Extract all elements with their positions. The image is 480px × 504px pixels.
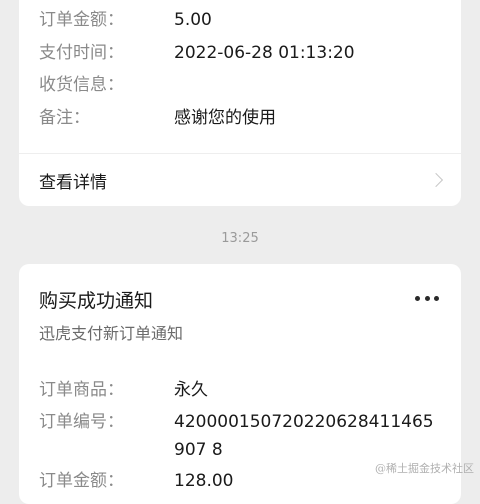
more-horizontal-icon xyxy=(424,295,430,301)
card-title: 购买成功通知 xyxy=(39,290,154,312)
more-options-button[interactable] xyxy=(415,294,439,302)
card-subtitle: 迅虎支付新订单通知 xyxy=(39,324,184,343)
watermark: @稀土掘金技术社区 xyxy=(375,462,474,475)
remark-value: 感谢您的使用 xyxy=(174,108,276,128)
more-horizontal-icon xyxy=(434,295,439,301)
order-number-value: 420000150720220628411465907 8 xyxy=(174,412,434,460)
order-amount-row: 订单金额： 5.00 xyxy=(39,7,441,33)
shipping-info-label: 收货信息： xyxy=(39,75,124,95)
pay-time-value: 2022-06-28 01:13:20 xyxy=(174,43,355,63)
order-amount-label: 订单金额： xyxy=(39,10,124,30)
remark-label: 备注： xyxy=(39,108,90,128)
order-amount-label-2: 订单金额： xyxy=(39,471,124,491)
view-details-label: 查看详情 xyxy=(39,172,107,193)
chevron-right-icon xyxy=(428,172,444,188)
order-product-row: 订单商品： 永久 xyxy=(39,377,441,403)
order-amount-value-2: 128.00 xyxy=(174,471,234,491)
order-product-label: 订单商品： xyxy=(39,380,124,400)
view-details-link[interactable]: 查看详情 xyxy=(19,154,461,206)
message-timestamp: 13:25 xyxy=(221,231,259,246)
order-product-value: 永久 xyxy=(174,380,208,400)
order-number-label: 订单编号： xyxy=(39,412,124,432)
shipping-info-row: 收货信息： xyxy=(39,72,441,98)
pay-time-label: 支付时间： xyxy=(39,43,124,63)
remark-row: 备注： 感谢您的使用 xyxy=(39,105,441,131)
order-amount-value: 5.00 xyxy=(174,10,212,30)
pay-time-row: 支付时间： 2022-06-28 01:13:20 xyxy=(39,40,441,66)
message-card-previous: 订单金额： 5.00 支付时间： 2022-06-28 01:13:20 收货信… xyxy=(19,0,461,206)
more-horizontal-icon xyxy=(415,295,420,301)
